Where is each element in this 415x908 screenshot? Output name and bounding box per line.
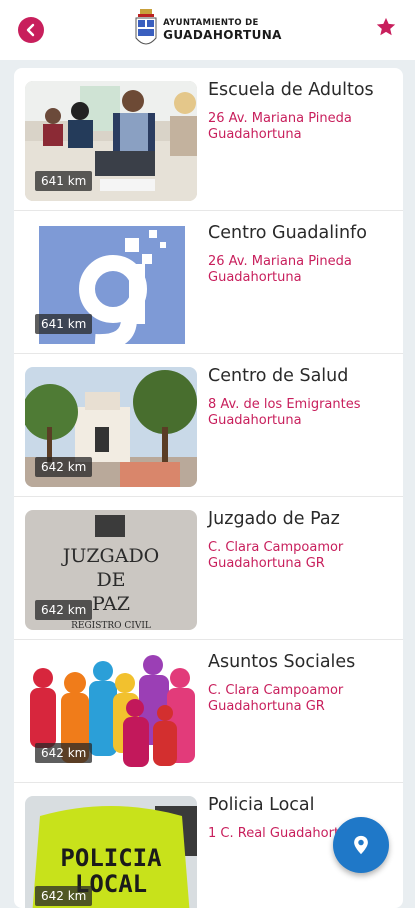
place-address: C. Clara Campoamor Guadahortuna GR [208, 683, 343, 715]
place-title: Centro Guadalinfo [208, 223, 367, 243]
logo-line-1: AYUNTAMIENTO DE [163, 17, 259, 28]
place-title: Asuntos Sociales [208, 652, 356, 672]
address-line-1: C. Clara Campoamor [208, 540, 344, 555]
distance-badge: 642 km [35, 457, 93, 477]
distance-badge: 642 km [35, 743, 93, 763]
place-photo: JUZGADO DE PAZ REGISTRO CIVIL 642 km [25, 510, 197, 630]
vest-line-1: POLICIA [60, 844, 162, 872]
star-icon [376, 17, 396, 36]
address-line-2: Guadahortuna [208, 270, 302, 285]
place-title: Escuela de Adultos [208, 80, 374, 100]
coat-of-arms-icon [135, 9, 157, 45]
town-logo: AYUNTAMIENTO DE GUADAHORTUNA [133, 8, 282, 52]
distance-badge: 642 km [35, 600, 93, 620]
list-item[interactable]: 642 km Asuntos Sociales C. Clara Campoam… [14, 640, 403, 783]
sign-line-1: JUZGADO [61, 545, 160, 567]
logo-line-2: GUADAHORTUNA [163, 28, 282, 43]
place-photo: 642 km [25, 653, 197, 773]
list-item[interactable]: 642 km Centro de Salud 8 Av. de los Emig… [14, 354, 403, 497]
place-photo: 641 km [25, 81, 197, 201]
place-photo: POLICIA LOCAL 642 km [25, 796, 197, 908]
list-item[interactable]: JUZGADO DE PAZ REGISTRO CIVIL 642 km Juz… [14, 497, 403, 640]
address-line-2: Guadahortuna GR [208, 699, 325, 714]
distance-badge: 641 km [35, 314, 93, 334]
distance-badge: 642 km [35, 886, 93, 906]
place-address: 8 Av. de los Emigrantes Guadahortuna [208, 397, 361, 429]
places-list: 641 km Escuela de Adultos 26 Av. Mariana… [14, 68, 403, 908]
location-pin-icon [354, 835, 368, 855]
back-button[interactable] [18, 17, 44, 43]
place-address: 26 Av. Mariana Pineda Guadahortuna [208, 254, 352, 286]
address-line-1: 26 Av. Mariana Pineda [208, 254, 352, 269]
place-address: C. Clara Campoamor Guadahortuna GR [208, 540, 343, 572]
list-item[interactable]: 641 km Centro Guadalinfo 26 Av. Mariana … [14, 211, 403, 354]
address-line-1: 26 Av. Mariana Pineda [208, 111, 352, 126]
place-title: Policia Local [208, 795, 315, 815]
place-address: 26 Av. Mariana Pineda Guadahortuna [208, 111, 352, 143]
place-title: Centro de Salud [208, 366, 349, 386]
place-photo: 641 km [25, 224, 197, 344]
list-item[interactable]: 641 km Escuela de Adultos 26 Av. Mariana… [14, 68, 403, 211]
sign-line-2: DE [96, 569, 125, 591]
address-line-1: C. Clara Campoamor [208, 683, 344, 698]
address-line-2: Guadahortuna [208, 127, 302, 142]
app-header: AYUNTAMIENTO DE GUADAHORTUNA [0, 0, 415, 60]
place-title: Juzgado de Paz [208, 509, 340, 529]
address-line-2: Guadahortuna [208, 413, 302, 428]
address-line-1: 8 Av. de los Emigrantes [208, 397, 361, 412]
map-fab-button[interactable] [333, 817, 389, 873]
sign-line-3: PAZ [92, 593, 130, 615]
chevron-left-icon [26, 23, 35, 37]
address-line-2: Guadahortuna GR [208, 556, 325, 571]
sign-line-4: REGISTRO CIVIL [71, 621, 151, 630]
distance-badge: 641 km [35, 171, 93, 191]
favorite-button[interactable] [375, 16, 397, 38]
place-photo: 642 km [25, 367, 197, 487]
